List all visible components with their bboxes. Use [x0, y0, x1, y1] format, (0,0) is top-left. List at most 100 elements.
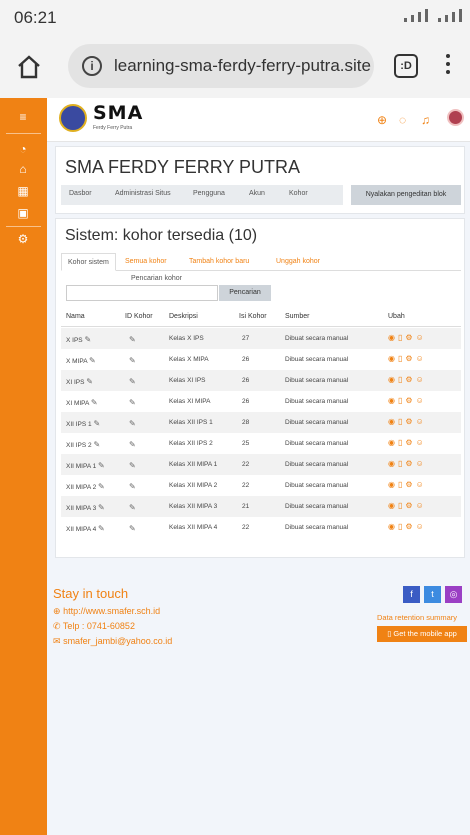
- pencil-icon[interactable]: ✎: [129, 440, 136, 449]
- eye-icon[interactable]: ◉: [388, 333, 398, 342]
- email-link[interactable]: ✉ smafer_jambi@yahoo.co.id: [53, 636, 172, 647]
- pencil-icon[interactable]: ✎: [129, 503, 136, 512]
- row-actions[interactable]: ◉▯⚙☺: [388, 522, 427, 531]
- pencil-icon[interactable]: ✎: [129, 335, 136, 344]
- info-icon[interactable]: i: [82, 56, 102, 76]
- tab-upload-cohort[interactable]: Unggah kohor: [276, 253, 320, 271]
- settings-icon[interactable]: ⚙: [405, 333, 415, 342]
- pencil-icon[interactable]: ✎: [98, 461, 105, 470]
- eye-icon[interactable]: ◉: [388, 438, 398, 447]
- dashboard-icon[interactable]: ◔: [14, 140, 32, 158]
- row-actions[interactable]: ◉▯⚙☺: [388, 501, 427, 510]
- instagram-icon[interactable]: ◎: [445, 586, 462, 603]
- pencil-icon[interactable]: ✎: [129, 482, 136, 491]
- website-link[interactable]: ⊕ http://www.smafer.sch.id: [53, 606, 160, 617]
- pencil-icon[interactable]: ✎: [93, 419, 100, 428]
- column-header[interactable]: Sumber: [285, 313, 310, 320]
- search-input[interactable]: [66, 285, 218, 301]
- row-actions[interactable]: ◉▯⚙☺: [388, 480, 427, 489]
- eye-icon[interactable]: ◉: [388, 480, 398, 489]
- settings-icon[interactable]: ⚙: [405, 438, 415, 447]
- phone-link[interactable]: ✆ Telp : 0741-60852: [53, 621, 135, 632]
- users-icon[interactable]: ☺: [416, 501, 427, 510]
- settings-icon[interactable]: ⚙: [405, 375, 415, 384]
- column-header[interactable]: Deskripsi: [169, 313, 198, 320]
- column-header[interactable]: ID Kohor: [125, 313, 153, 320]
- address-bar[interactable]: i learning-sma-ferdy-ferry-putra.site: [68, 44, 374, 88]
- breadcrumb-item[interactable]: Dasbor: [69, 190, 92, 197]
- settings-icon[interactable]: ⚙: [14, 230, 32, 248]
- pencil-icon[interactable]: ✎: [129, 356, 136, 365]
- breadcrumb-item[interactable]: Kohor: [289, 190, 308, 197]
- users-icon[interactable]: ☺: [416, 522, 427, 531]
- tab-switcher-button[interactable]: :D: [394, 54, 418, 78]
- pencil-icon[interactable]: ✎: [129, 524, 136, 533]
- eye-icon[interactable]: ◉: [388, 501, 398, 510]
- eye-icon[interactable]: ◉: [388, 417, 398, 426]
- home-nav-icon[interactable]: ⌂: [14, 160, 32, 178]
- settings-icon[interactable]: ⚙: [405, 354, 415, 363]
- data-retention-link[interactable]: Data retention summary: [377, 613, 457, 622]
- row-actions[interactable]: ◉▯⚙☺: [388, 396, 427, 405]
- logo-text[interactable]: SMA: [93, 102, 143, 124]
- messages-icon[interactable]: ◌: [399, 113, 406, 127]
- school-logo[interactable]: [59, 104, 87, 132]
- pencil-icon[interactable]: ✎: [89, 356, 96, 365]
- eye-icon[interactable]: ◉: [388, 375, 398, 384]
- pencil-icon[interactable]: ✎: [129, 398, 136, 407]
- avatar[interactable]: [447, 109, 464, 126]
- users-icon[interactable]: ☺: [416, 333, 427, 342]
- eye-icon[interactable]: ◉: [388, 396, 398, 405]
- settings-icon[interactable]: ⚙: [405, 480, 415, 489]
- users-icon[interactable]: ☺: [416, 480, 427, 489]
- settings-icon[interactable]: ⚙: [405, 396, 415, 405]
- settings-icon[interactable]: ⚙: [405, 522, 415, 531]
- breadcrumb-item[interactable]: Pengguna: [193, 190, 225, 197]
- pencil-icon[interactable]: ✎: [91, 398, 98, 407]
- files-icon[interactable]: ▣: [14, 204, 32, 222]
- pencil-icon[interactable]: ✎: [98, 482, 105, 491]
- notifications-icon[interactable]: ♫: [421, 113, 430, 127]
- facebook-icon[interactable]: f: [403, 586, 420, 603]
- settings-icon[interactable]: ⚙: [405, 417, 415, 426]
- users-icon[interactable]: ☺: [416, 438, 427, 447]
- users-icon[interactable]: ☺: [416, 396, 427, 405]
- users-icon[interactable]: ☺: [416, 417, 427, 426]
- tab-add-cohort[interactable]: Tambah kohor baru: [189, 253, 249, 271]
- users-icon[interactable]: ☺: [416, 354, 427, 363]
- breadcrumb-item[interactable]: Administrasi Situs: [115, 190, 171, 197]
- hamburger-icon[interactable]: ≡: [14, 108, 32, 126]
- home-icon[interactable]: [16, 54, 42, 80]
- row-actions[interactable]: ◉▯⚙☺: [388, 417, 427, 426]
- language-icon[interactable]: ⊕: [377, 113, 387, 127]
- eye-icon[interactable]: ◉: [388, 522, 398, 531]
- pencil-icon[interactable]: ✎: [129, 419, 136, 428]
- mobile-app-button[interactable]: ▯ Get the mobile app: [377, 626, 467, 642]
- eye-icon[interactable]: ◉: [388, 459, 398, 468]
- column-header[interactable]: Nama: [66, 313, 85, 320]
- row-actions[interactable]: ◉▯⚙☺: [388, 459, 427, 468]
- row-actions[interactable]: ◉▯⚙☺: [388, 438, 427, 447]
- eye-icon[interactable]: ◉: [388, 354, 398, 363]
- edit-mode-button[interactable]: Nyalakan pengeditan blok: [351, 185, 461, 205]
- pencil-icon[interactable]: ✎: [129, 461, 136, 470]
- pencil-icon[interactable]: ✎: [93, 440, 100, 449]
- row-actions[interactable]: ◉▯⚙☺: [388, 375, 427, 384]
- row-actions[interactable]: ◉▯⚙☺: [388, 354, 427, 363]
- settings-icon[interactable]: ⚙: [405, 459, 415, 468]
- tab-system-cohorts[interactable]: Kohor sistem: [61, 253, 116, 271]
- pencil-icon[interactable]: ✎: [86, 377, 93, 386]
- users-icon[interactable]: ☺: [416, 375, 427, 384]
- pencil-icon[interactable]: ✎: [98, 524, 105, 533]
- column-header[interactable]: Isi Kohor: [239, 313, 267, 320]
- settings-icon[interactable]: ⚙: [405, 501, 415, 510]
- pencil-icon[interactable]: ✎: [84, 335, 91, 344]
- url-text[interactable]: learning-sma-ferdy-ferry-putra.site: [114, 56, 371, 76]
- users-icon[interactable]: ☺: [416, 459, 427, 468]
- row-actions[interactable]: ◉▯⚙☺: [388, 333, 427, 342]
- more-menu-icon[interactable]: [443, 52, 453, 82]
- pencil-icon[interactable]: ✎: [129, 377, 136, 386]
- tab-all-cohorts[interactable]: Semua kohor: [125, 253, 167, 271]
- search-button[interactable]: Pencarian: [219, 285, 271, 301]
- twitter-icon[interactable]: t: [424, 586, 441, 603]
